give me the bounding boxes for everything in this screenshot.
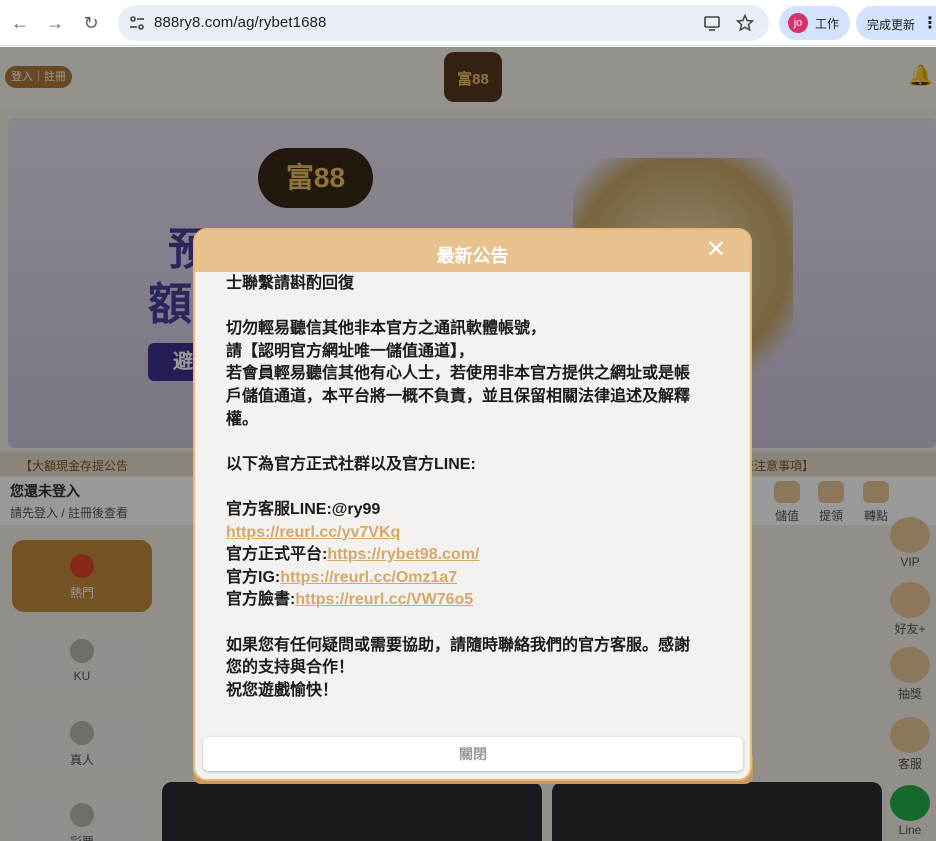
address-bar[interactable]: 888ry8.com/ag/rybet1688 [118, 5, 769, 41]
facebook-link[interactable]: https://reurl.cc/VW76o5 [295, 591, 473, 608]
install-app-icon[interactable] [703, 14, 721, 32]
update-label: 完成更新 [867, 18, 916, 32]
body-line: 以下為官方正式社群以及官方LINE: [226, 455, 476, 473]
announcement-modal: 最新公告 ✕ 士聯繫請斟酌回復 切勿輕易聽信其他非本官方之通訊軟體帳號， 請【認… [193, 228, 752, 781]
bookmark-star-icon[interactable] [736, 14, 754, 32]
body-line: 請【認明官方網址唯一儲值通道】， [226, 342, 475, 360]
reload-icon[interactable]: ↻ [79, 11, 103, 35]
closing-line: 祝您遊戲愉快！ [226, 681, 339, 699]
line-id-text: 官方客服LINE:@ry99 [226, 500, 381, 518]
platform-link[interactable]: https://rybet98.com/ [327, 546, 479, 563]
close-icon[interactable]: ✕ [705, 238, 727, 262]
back-icon[interactable]: ← [8, 11, 32, 35]
body-line: 若會員輕易聽信其他有心人士，若使用非本官方提供之網址或是帳 [226, 365, 691, 383]
line-link[interactable]: https://reurl.cc/yv7VKq [226, 524, 400, 541]
platform-label: 官方正式平台: [226, 546, 328, 564]
body-line: 士聯繫請斟酌回復 [226, 275, 355, 292]
modal-body[interactable]: 士聯繫請斟酌回復 切勿輕易聽信其他非本官方之通訊軟體帳號， 請【認明官方網址唯一… [195, 272, 750, 727]
profile-label: 工作 [815, 17, 840, 31]
update-button[interactable]: 完成更新 ⋮ [856, 6, 936, 40]
ig-label: 官方IG: [226, 568, 281, 586]
closing-line: 您的支持與合作！ [226, 659, 355, 677]
browser-toolbar: ← → ↻ 888ry8.com/ag/rybet1688 jo 工作 完成更新… [0, 0, 936, 46]
body-line: 戶儲值通道，本平台將一概不負責，並且保留相關法律追述及解釋 [226, 387, 691, 405]
facebook-label: 官方臉書: [226, 591, 296, 609]
modal-footer: 關閉 [195, 727, 750, 779]
avatar: jo [788, 13, 808, 33]
site-settings-icon[interactable] [128, 14, 146, 32]
body-line: 切勿輕易聽信其他非本官方之通訊軟體帳號， [226, 320, 547, 338]
modal-header: 最新公告 ✕ [195, 230, 750, 272]
ig-link[interactable]: https://reurl.cc/Omz1a7 [280, 569, 457, 586]
url-text[interactable]: 888ry8.com/ag/rybet1688 [154, 14, 326, 31]
modal-title: 最新公告 [436, 246, 509, 266]
close-button[interactable]: 關閉 [203, 737, 743, 771]
body-line: 權。 [226, 410, 259, 428]
more-menu-icon[interactable]: ⋮ [922, 13, 936, 33]
profile-chip[interactable]: jo 工作 [779, 6, 850, 40]
forward-icon[interactable]: → [43, 11, 67, 35]
closing-line: 如果您有任何疑問或需要協助，請隨時聯絡我們的官方客服。感謝 [226, 636, 691, 654]
